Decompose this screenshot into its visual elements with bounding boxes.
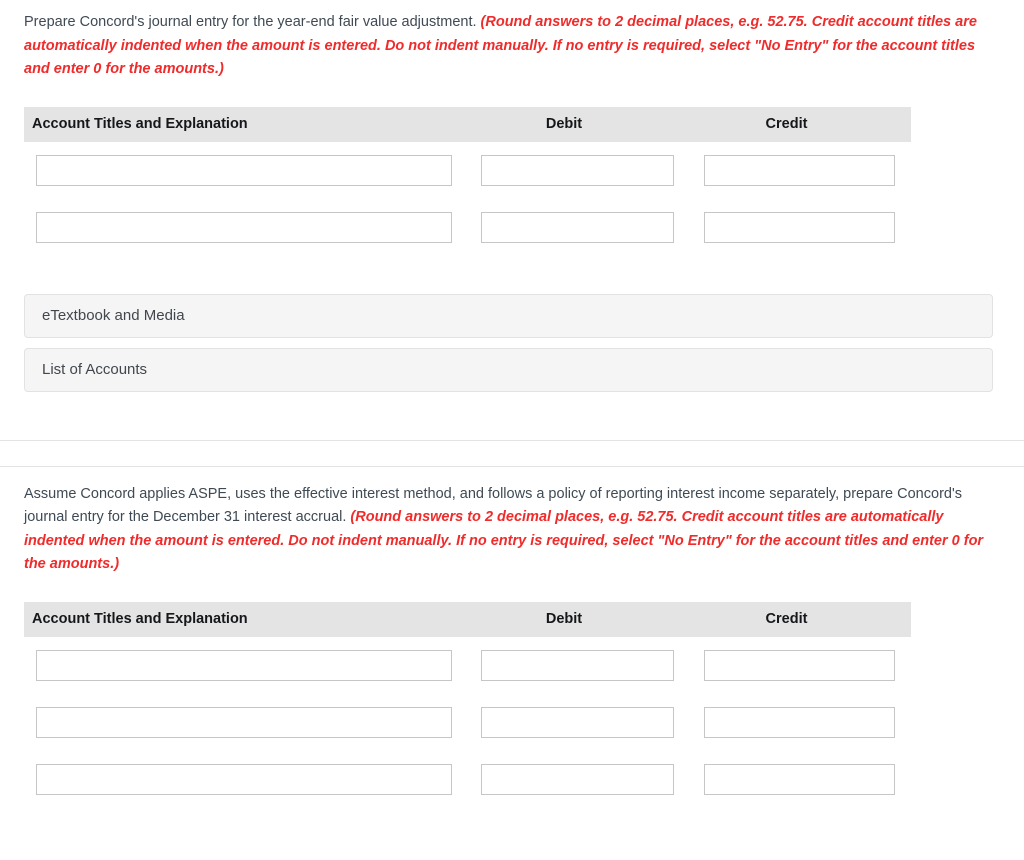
- table-row: [24, 199, 911, 256]
- account-title-input[interactable]: [36, 211, 452, 243]
- account-title-input[interactable]: [36, 763, 452, 795]
- column-header-account: Account Titles and Explanation: [32, 611, 248, 627]
- column-header-credit: Credit: [765, 116, 808, 132]
- etextbook-and-media-label: eTextbook and Media: [42, 307, 185, 324]
- instruction-plain-one: Prepare Concord's journal entry for the …: [24, 14, 481, 30]
- question-block-one: Prepare Concord's journal entry for the …: [0, 0, 1024, 392]
- cell-credit: [704, 154, 911, 186]
- cell-account: [24, 763, 481, 795]
- table-row: [24, 637, 911, 694]
- column-header-debit: Debit: [545, 116, 583, 132]
- credit-amount-input[interactable]: [704, 706, 895, 738]
- column-header-account: Account Titles and Explanation: [32, 116, 248, 132]
- credit-amount-input[interactable]: [704, 154, 895, 186]
- cell-credit: [704, 211, 911, 243]
- debit-amount-input[interactable]: [481, 706, 674, 738]
- table-header-row: Account Titles and Explanation Debit Cre…: [24, 106, 911, 142]
- cell-debit: [481, 211, 704, 243]
- debit-amount-input[interactable]: [481, 211, 674, 243]
- cell-debit: [481, 154, 704, 186]
- list-of-accounts-panel[interactable]: List of Accounts: [24, 347, 993, 392]
- cell-debit: [481, 649, 704, 681]
- debit-amount-input[interactable]: [481, 763, 674, 795]
- credit-amount-input[interactable]: [704, 211, 895, 243]
- credit-amount-input[interactable]: [704, 649, 895, 681]
- question-block-two: Assume Concord applies ASPE, uses the ef…: [0, 467, 1024, 808]
- cell-credit: [704, 649, 911, 681]
- debit-amount-input[interactable]: [481, 154, 674, 186]
- table-header-row: Account Titles and Explanation Debit Cre…: [24, 601, 911, 637]
- table-row: [24, 142, 911, 199]
- table-row: [24, 751, 911, 808]
- cell-debit: [481, 706, 704, 738]
- account-title-input[interactable]: [36, 154, 452, 186]
- cell-account: [24, 211, 481, 243]
- account-title-input[interactable]: [36, 706, 452, 738]
- column-header-debit: Debit: [545, 611, 583, 627]
- cell-account: [24, 706, 481, 738]
- cell-credit: [704, 763, 911, 795]
- credit-amount-input[interactable]: [704, 763, 895, 795]
- table-row: [24, 694, 911, 751]
- column-header-credit: Credit: [765, 611, 808, 627]
- instruction-text-one: Prepare Concord's journal entry for the …: [0, 0, 1024, 82]
- journal-entry-table-two: Account Titles and Explanation Debit Cre…: [24, 601, 911, 808]
- account-title-input[interactable]: [36, 649, 452, 681]
- cell-account: [24, 154, 481, 186]
- instruction-text-two: Assume Concord applies ASPE, uses the ef…: [0, 483, 1024, 577]
- cell-debit: [481, 763, 704, 795]
- etextbook-and-media-panel[interactable]: eTextbook and Media: [24, 293, 993, 338]
- debit-amount-input[interactable]: [481, 649, 674, 681]
- journal-entry-table-one: Account Titles and Explanation Debit Cre…: [24, 106, 911, 256]
- resource-panels: eTextbook and Media List of Accounts: [24, 293, 993, 392]
- list-of-accounts-label: List of Accounts: [42, 361, 148, 378]
- cell-credit: [704, 706, 911, 738]
- cell-account: [24, 649, 481, 681]
